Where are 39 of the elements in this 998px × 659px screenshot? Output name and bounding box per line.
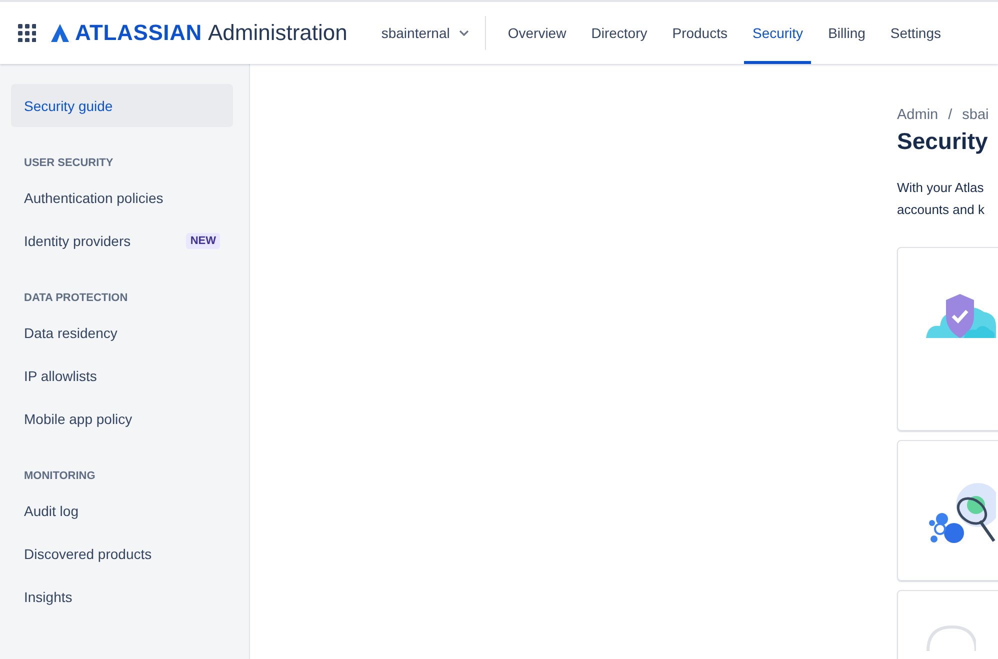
sidebar-item[interactable]: Authentication policies <box>11 176 233 219</box>
nav-tab[interactable]: Settings <box>882 2 950 64</box>
sidebar-item-label[interactable]: Discovered products <box>24 546 152 562</box>
sidebar-item[interactable]: IP allowlists <box>11 354 233 397</box>
sidebar-item[interactable]: Audit log <box>11 489 233 532</box>
section-heading: MONITORING <box>24 470 96 482</box>
logo-wordmark[interactable]: ATLASSIAN <box>75 20 202 46</box>
sidebar-item-label[interactable]: Audit log <box>24 502 78 518</box>
breadcrumb-link[interactable]: Admin <box>897 107 938 123</box>
page-description: With your Atlas accounts and k <box>897 179 986 219</box>
sidebar-item-label[interactable]: Authentication policies <box>24 190 164 206</box>
outline-illustration <box>924 623 976 651</box>
nav-tab[interactable]: Directory <box>583 2 656 64</box>
nav-tab[interactable]: Overview <box>500 2 574 64</box>
sidebar-item-label[interactable]: Insights <box>24 588 72 604</box>
product-name: Administration <box>208 20 348 46</box>
sidebar-item[interactable]: Mobile app policy <box>11 397 233 440</box>
nav-tab[interactable]: Products <box>664 2 736 64</box>
sidebar-item[interactable]: Identity providers NEW <box>11 219 233 262</box>
breadcrumb-link[interactable]: sbai <box>962 107 989 123</box>
breadcrumb-separator: / <box>948 107 952 123</box>
app-switcher-icon[interactable] <box>18 24 36 42</box>
page-title: Security <box>897 128 989 155</box>
sidebar-item-label[interactable]: Data residency <box>24 324 118 340</box>
sidebar-item-label[interactable]: Identity providers <box>24 232 131 248</box>
sidebar-item[interactable]: Security guide <box>11 84 233 127</box>
sidebar-item[interactable]: Discovered products <box>11 532 233 575</box>
section-heading: DATA PROTECTION <box>24 292 129 304</box>
chevron-down-icon <box>458 30 469 36</box>
sidebar-item-label[interactable]: Mobile app policy <box>24 410 132 426</box>
sidebar-item[interactable]: Insights <box>11 575 233 618</box>
nav-tab[interactable]: Billing <box>820 2 874 64</box>
org-switcher[interactable]: sbainternal <box>381 19 469 47</box>
logo-mark-icon <box>50 23 70 43</box>
new-badge: NEW <box>186 232 220 248</box>
sidebar-item-label[interactable]: IP allowlists <box>24 368 97 384</box>
nav-tab[interactable]: Security <box>744 2 812 64</box>
sidebar-item[interactable]: Data residency <box>11 311 233 354</box>
section-heading: USER SECURITY <box>24 157 114 169</box>
